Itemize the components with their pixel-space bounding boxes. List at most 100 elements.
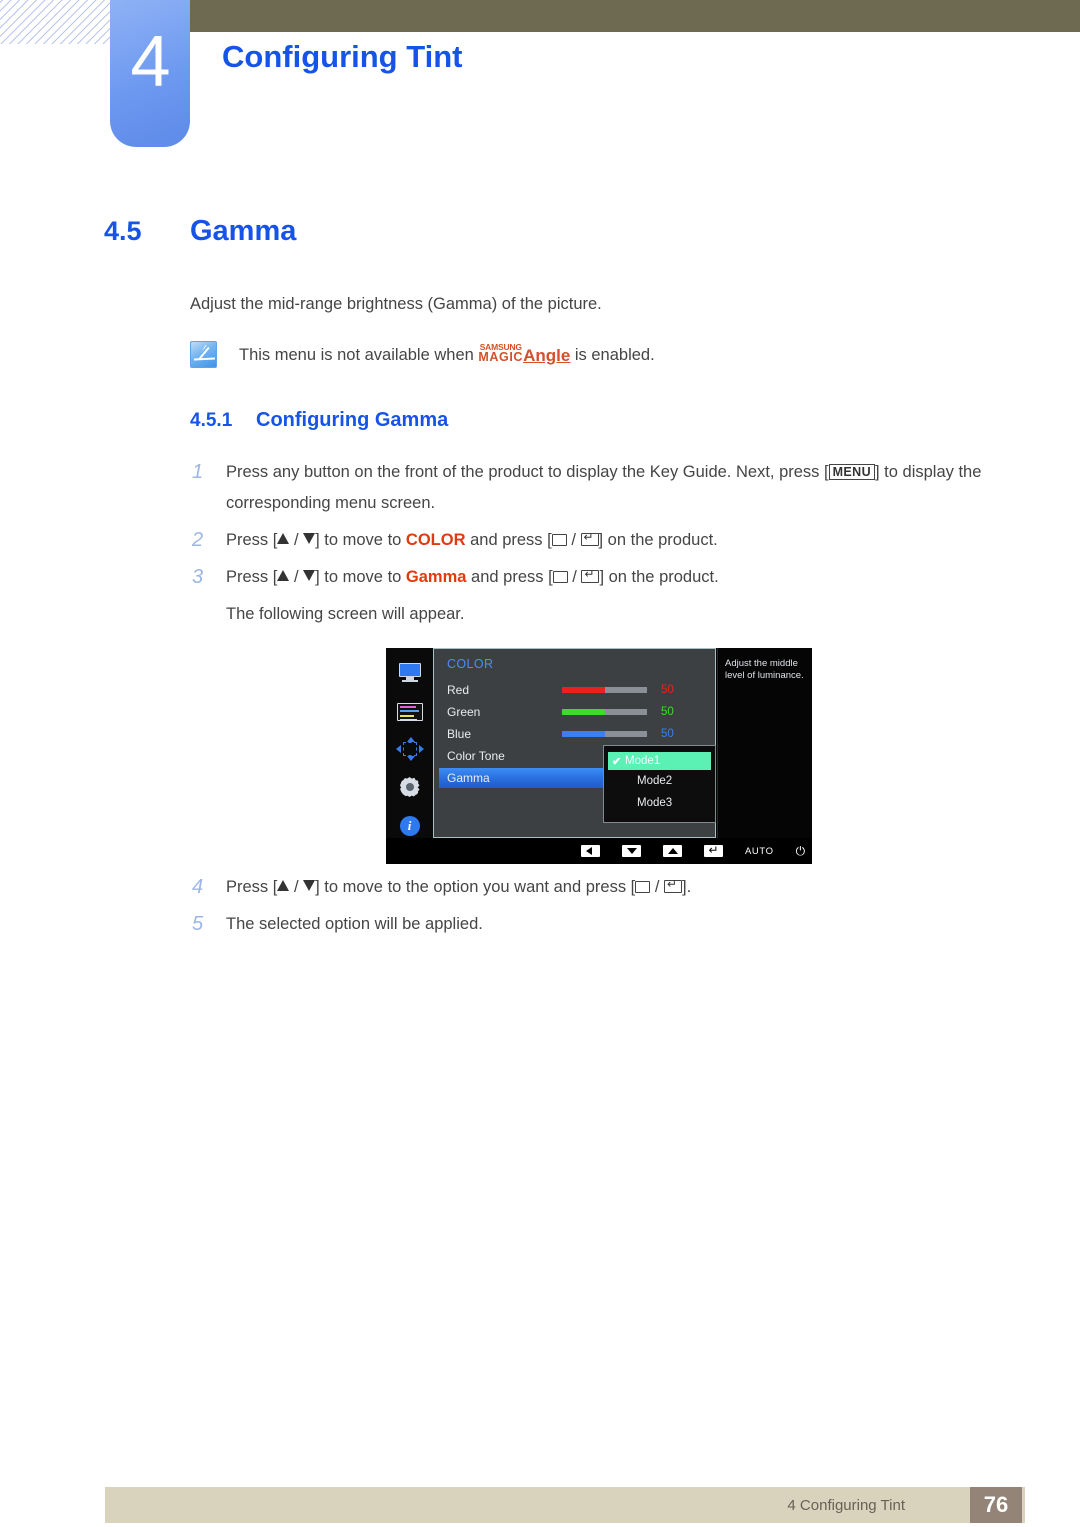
up-arrow-key[interactable] <box>663 845 682 857</box>
osd-menu-row[interactable]: Blue 50 <box>434 723 715 745</box>
step-text: / <box>289 568 304 586</box>
auto-key-label[interactable]: AUTO <box>745 846 774 857</box>
step-item: 5 The selected option will be applied. <box>190 909 1020 940</box>
color-bars-icon[interactable] <box>396 703 423 722</box>
osd-row-label: Red <box>447 683 470 697</box>
step-item: 1 Press any button on the front of the pr… <box>190 457 1020 519</box>
chapter-number: 4 <box>130 22 170 102</box>
power-icon[interactable]: ⏻ <box>796 845 806 857</box>
subsection-heading: 4.5.1 Configuring Gamma <box>190 409 448 432</box>
step-number: 3 <box>192 566 204 588</box>
osd-dropdown-label: Mode3 <box>637 797 673 809</box>
enter-key-icon <box>580 532 599 546</box>
steps-list-bottom: 4 Press [ / ] to move to the option you w… <box>190 872 1020 946</box>
step-item: 2 Press [ / ] to move to COLOR and press … <box>190 525 1020 556</box>
osd-menu-row[interactable]: Green 50 <box>434 701 715 723</box>
gear-icon[interactable] <box>397 777 423 799</box>
osd-dropdown-item[interactable]: Mode3 <box>604 792 715 814</box>
osd-slider[interactable] <box>562 731 647 737</box>
step-text: Press any button on the front of the pro… <box>226 463 829 481</box>
samsung-magic-bottom: MAGIC <box>478 350 524 364</box>
note-block: This menu is not available when SAMSUNG M… <box>190 341 930 369</box>
step-body: Press [ / ] to move to the option you wa… <box>226 872 691 903</box>
osd-bottom-bar: ↵ AUTO ⏻ <box>386 841 812 861</box>
step-text: ]. <box>682 878 692 896</box>
step-text: and press [ <box>466 568 553 586</box>
samsung-magic-logo: SAMSUNG MAGIC <box>478 343 524 364</box>
section-title: Gamma <box>190 215 297 247</box>
step-text: Press [ <box>226 878 278 896</box>
osd-key-guide: ↵ AUTO ⏻ <box>581 843 806 857</box>
step-body: Press [ / ] to move to COLOR and press [… <box>226 525 718 556</box>
footer-page-number: 76 <box>970 1487 1022 1523</box>
osd-slider[interactable] <box>562 709 647 715</box>
section-number: 4.5 <box>104 216 142 246</box>
step-text: ] to move to <box>315 531 406 549</box>
step-text: The selected option will be applied. <box>226 915 483 933</box>
osd-slider-fill <box>562 731 605 737</box>
info-icon[interactable]: i <box>397 816 423 838</box>
header-olive-bar <box>190 0 1080 32</box>
osd-slider-fill <box>562 709 605 715</box>
down-arrow-icon <box>303 880 316 891</box>
osd-dropdown-label: Mode2 <box>637 775 673 787</box>
move-arrows-icon[interactable] <box>395 737 424 761</box>
step-text: ] to move to the option you want and pre… <box>315 878 636 896</box>
osd-row-value: 50 <box>661 706 674 718</box>
step-number: 5 <box>192 913 204 935</box>
osd-dropdown-item[interactable]: ✔ Mode1 <box>608 752 711 770</box>
down-arrow-icon <box>303 533 316 544</box>
subsection-number: 4.5.1 <box>190 410 233 431</box>
step-item: 4 Press [ / ] to move to the option you w… <box>190 872 1020 903</box>
note-pencil-icon <box>190 341 217 368</box>
menu-key-cap: MENU <box>828 464 875 480</box>
enter-key[interactable]: ↵ <box>704 843 723 857</box>
osd-menu-row[interactable]: Red 50 <box>434 679 715 701</box>
down-arrow-icon <box>303 570 316 581</box>
note-text-before: This menu is not available when <box>239 346 479 364</box>
step-body: Press [ / ] to move to Gamma and press [… <box>226 562 719 593</box>
section-intro: Adjust the mid-range brightness (Gamma) … <box>190 295 602 313</box>
down-arrow-key[interactable] <box>622 845 641 857</box>
source-key-icon <box>552 571 568 583</box>
step-text: / <box>650 878 664 896</box>
subsection-title: Configuring Gamma <box>256 409 449 431</box>
step-text: / <box>567 568 582 586</box>
up-arrow-icon <box>277 880 290 891</box>
step-text: ] to move to <box>315 568 406 586</box>
enter-key-icon <box>664 879 682 893</box>
osd-sidebar: i <box>386 648 433 838</box>
magic-angle-word: Angle <box>523 346 571 365</box>
step-text: / <box>289 878 304 896</box>
left-arrow-key[interactable] <box>581 845 600 857</box>
step-number: 1 <box>192 461 204 483</box>
up-arrow-icon <box>277 570 290 581</box>
step-text: / <box>566 531 581 549</box>
osd-dropdown: ✔ Mode1 Mode2 Mode3 <box>603 745 716 823</box>
step-text: Press [ <box>226 531 278 549</box>
osd-slider[interactable] <box>562 687 647 693</box>
chapter-title: Configuring Tint <box>222 39 463 74</box>
step-followup-spacer <box>190 599 226 630</box>
source-key-icon <box>551 534 567 546</box>
osd-menu-title: COLOR <box>447 657 494 671</box>
chapter-tab: 4 <box>110 0 190 147</box>
monitor-icon[interactable] <box>397 662 423 684</box>
osd-help-text: Adjust the middle level of luminance. <box>725 658 804 681</box>
step-body: The selected option will be applied. <box>226 909 483 940</box>
step-number: 4 <box>192 876 204 898</box>
osd-row-value: 50 <box>661 684 674 696</box>
source-key-icon <box>635 881 651 893</box>
osd-row-label: Gamma <box>447 771 490 785</box>
step-followup: The following screen will appear. <box>190 599 1020 630</box>
osd-dropdown-item[interactable]: Mode2 <box>604 770 715 792</box>
step-item: 3 Press [ / ] to move to Gamma and press … <box>190 562 1020 593</box>
up-arrow-icon <box>277 533 290 544</box>
osd-body: i COLOR Red 50 Green 50 Blue 50 Color Tone Gamm… <box>386 648 812 838</box>
osd-row-label: Blue <box>447 727 472 741</box>
page-footer: 4 Configuring Tint 76 <box>105 1487 1025 1523</box>
step-highlight: COLOR <box>405 531 466 549</box>
hatch-decoration <box>0 0 112 44</box>
note-text-after: is enabled. <box>570 346 655 364</box>
manual-page: 4 Configuring Tint 4.5 Gamma Adjust the … <box>0 0 1080 1527</box>
